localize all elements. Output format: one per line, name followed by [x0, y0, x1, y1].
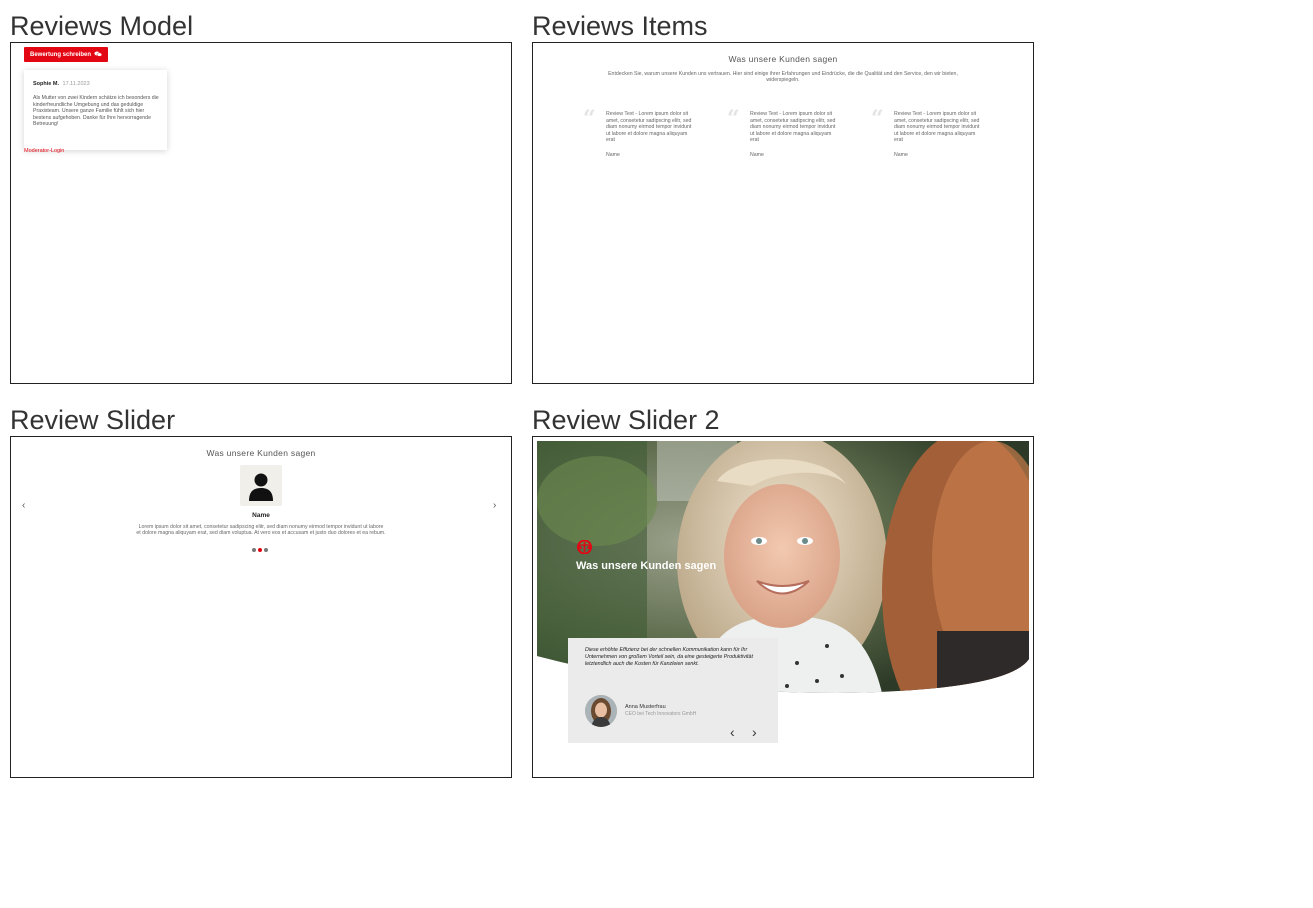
reviews-model-frame: Bewertung schreiben Sophie M. 17.11.2023…: [10, 42, 512, 384]
chevron-right-icon[interactable]: ›: [752, 724, 757, 740]
section-heading: Was unsere Kunden sagen: [206, 448, 316, 458]
review-item-name: Name: [750, 152, 764, 158]
slider-dot-active[interactable]: [258, 548, 262, 552]
review-item-text: Review Text - Lorem ipsum dolor sit amet…: [750, 111, 836, 143]
chevron-left-icon[interactable]: ‹: [730, 724, 735, 740]
scales-logo-icon: [576, 539, 593, 559]
slider-prev-arrow[interactable]: ‹: [22, 500, 25, 511]
slider-dots: [252, 548, 268, 552]
quote-icon: “: [583, 106, 596, 132]
review-item-text: Review Text - Lorem ipsum dolor sit amet…: [894, 111, 980, 143]
quote-icon: “: [727, 106, 740, 132]
panel-title-reviews-items: Reviews Items: [532, 11, 708, 41]
hero-heading: Was unsere Kunden sagen: [576, 560, 717, 572]
review-header: Sophie M. 17.11.2023: [33, 81, 90, 87]
section-heading: Was unsere Kunden sagen: [728, 54, 838, 64]
review-item-text: Review Text - Lorem ipsum dolor sit amet…: [606, 111, 692, 143]
slide-text: Lorem ipsum dolor sit amet, consetetur s…: [136, 524, 386, 537]
quote-icon: “: [871, 106, 884, 132]
write-review-button[interactable]: Bewertung schreiben: [24, 47, 108, 62]
moderator-login-link[interactable]: Moderator-Login: [24, 148, 64, 154]
avatar: [585, 695, 617, 727]
review-slider-frame: Was unsere Kunden sagen Name Lorem ipsum…: [10, 436, 512, 778]
testimonial-quote: Diese erhöhte Effizienz bei der schnelle…: [585, 647, 753, 667]
panel-title-reviews-model: Reviews Model: [10, 11, 194, 41]
review-text: Als Mutter von zwei Kindern schätze ich …: [33, 95, 159, 127]
review-author: Sophie M.: [33, 81, 59, 87]
panel-title-review-slider: Review Slider: [10, 405, 176, 435]
testimonial-role: CEO bei Tech Innovators GmbH: [625, 711, 697, 717]
review-slider-2-frame: Was unsere Kunden sagen Diese erhöhte Ef…: [532, 436, 1034, 778]
slider-next-arrow[interactable]: ›: [493, 500, 496, 511]
panel-title-review-slider-2: Review Slider 2: [532, 405, 720, 435]
review-item-name: Name: [606, 152, 620, 158]
avatar-placeholder-icon: [240, 465, 282, 506]
review-item: “ Review Text - Lorem ipsum dolor sit am…: [583, 106, 693, 169]
review-card: Sophie M. 17.11.2023 Als Mutter von zwei…: [24, 70, 167, 150]
testimonial-name: Anna Musterfrau: [625, 704, 666, 710]
review-item: “ Review Text - Lorem ipsum dolor sit am…: [727, 106, 837, 169]
review-item: “ Review Text - Lorem ipsum dolor sit am…: [871, 106, 981, 169]
review-item-name: Name: [894, 152, 908, 158]
section-subheading: Entdecken Sie, warum unsere Kunden uns v…: [608, 71, 958, 83]
reviews-items-frame: Was unsere Kunden sagen Entdecken Sie, w…: [532, 42, 1034, 384]
chat-bubbles-icon: [94, 51, 103, 59]
slide-name: Name: [252, 512, 270, 519]
write-review-label: Bewertung schreiben: [30, 51, 92, 58]
testimonial-card: Diese erhöhte Effizienz bei der schnelle…: [568, 638, 778, 743]
slider-dot[interactable]: [264, 548, 268, 552]
review-date: 17.11.2023: [62, 81, 90, 87]
slider-dot[interactable]: [252, 548, 256, 552]
